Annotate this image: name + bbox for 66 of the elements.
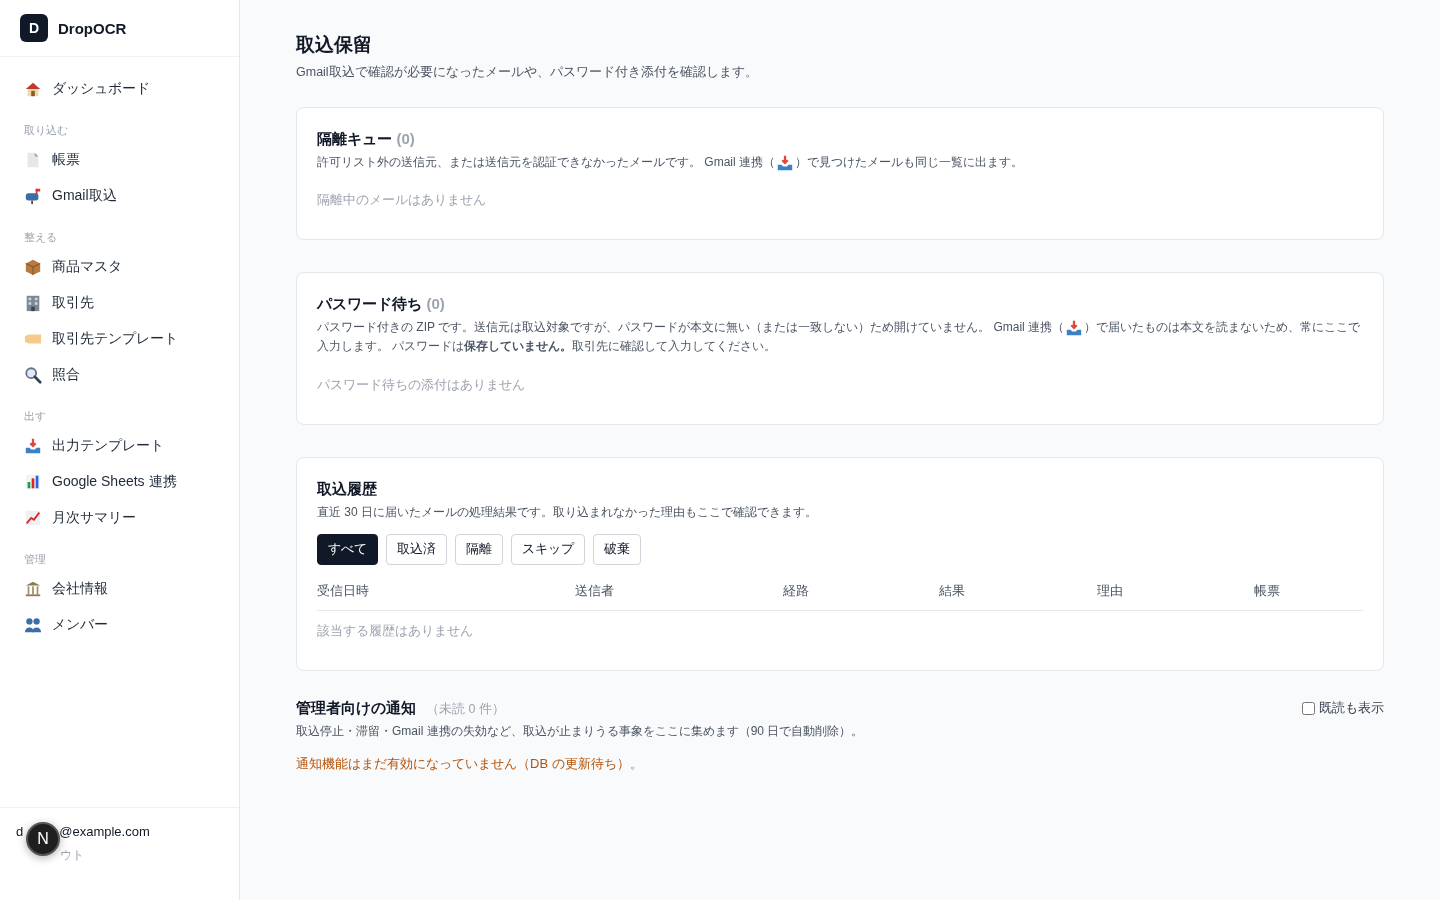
user-email: @example.com bbox=[59, 824, 150, 839]
sidebar-item[interactable]: Gmail取込 bbox=[16, 178, 223, 214]
checkbox-label: 既読も表示 bbox=[1319, 699, 1384, 717]
page-subtitle: Gmail取込で確認が必要になったメールや、パスワード付き添付を確認します。 bbox=[296, 64, 759, 81]
section-heading: 取り込む bbox=[23, 123, 69, 138]
description-text: 直近 30 日に届いたメールの処理結果です。取り込まれなかった理由もここで確認できます。 bbox=[317, 503, 818, 521]
section-title: 管理者向けの通知 bbox=[296, 698, 416, 716]
card-title: パスワード待ち bbox=[317, 295, 422, 313]
column-header: 結果 bbox=[939, 582, 966, 600]
count: (0) bbox=[426, 295, 445, 313]
people-icon bbox=[24, 616, 42, 634]
sidebar-item[interactable]: Google Sheets 連携 bbox=[16, 464, 223, 500]
sidebar-item[interactable]: 照合 bbox=[16, 357, 223, 393]
sidebar-item[interactable]: メンバー bbox=[16, 607, 223, 643]
column-header: 帳票 bbox=[1254, 582, 1281, 600]
tray-icon bbox=[776, 153, 794, 172]
sidebar-item[interactable]: 商品マスタ bbox=[16, 249, 223, 285]
sidebar-item[interactable]: 会社情報 bbox=[16, 571, 223, 607]
mailbox-icon bbox=[24, 187, 42, 205]
sidebar-item[interactable]: ダッシュボード bbox=[16, 71, 223, 107]
column-header: 理由 bbox=[1097, 582, 1124, 600]
description-text: パスワード付きの ZIP です。送信元は取込対象ですが、パスワードが本文に無い（または一致しない）ため開けていません。 Gmail 連携（ bbox=[317, 319, 1065, 337]
house-icon bbox=[24, 80, 42, 98]
section-heading: 整える bbox=[23, 230, 58, 245]
sidebar-item[interactable]: 月次サマリー bbox=[16, 500, 223, 536]
sidebar-item[interactable]: 取引先テンプレート bbox=[16, 321, 223, 357]
filter-button[interactable]: 隔離 bbox=[455, 533, 503, 565]
dev-badge[interactable]: N bbox=[26, 822, 60, 856]
logo: D bbox=[20, 14, 48, 42]
bar-chart-icon bbox=[24, 473, 42, 491]
description-text: 取込停止・滞留・Gmail 連携の失効など、取込が止まりうる事象をここに集めます（90 日で自動削除）。 bbox=[296, 722, 865, 740]
tray-icon bbox=[1065, 318, 1084, 337]
description-text: 入力します。 パスワードは保存していません。取引先に確認して入力してください。 bbox=[317, 338, 777, 356]
column-header: 送信者 bbox=[575, 582, 615, 600]
brand-name: DropOCR bbox=[58, 19, 127, 37]
bank-icon bbox=[24, 580, 42, 598]
column-header: 受信日時 bbox=[317, 582, 370, 600]
unread-count: （未読 0 件） bbox=[426, 701, 505, 716]
count: (0) bbox=[396, 130, 415, 147]
filter-button[interactable]: 取込済 bbox=[386, 533, 447, 565]
warning-text: 通知機能はまだ有効になっていません（DB の更新待ち）。 bbox=[296, 754, 644, 773]
empty-message: 該当する履歴はありません bbox=[317, 622, 473, 640]
user-email: d bbox=[16, 824, 24, 839]
line-chart-icon bbox=[24, 509, 42, 527]
search-icon bbox=[24, 366, 42, 384]
card-title: 取込履歴 bbox=[317, 479, 377, 497]
section-heading: 管理 bbox=[23, 552, 47, 567]
description-text: ）で見つけたメールも同じ一覧に出ます。 bbox=[795, 154, 1023, 171]
description-text: ）で届いたものは本文を読まないため、常にここで bbox=[1084, 319, 1361, 337]
page-title: 取込保留 bbox=[296, 33, 373, 57]
description-text: 許可リスト外の送信元、または送信元を認証できなかったメールです。 Gmail 連携（ bbox=[317, 154, 775, 171]
building-icon bbox=[24, 294, 42, 312]
package-icon bbox=[24, 258, 42, 276]
empty-message: 隔離中のメールはありません bbox=[317, 192, 486, 210]
sidebar-item[interactable]: 出力テンプレート bbox=[16, 428, 223, 464]
filter-button[interactable]: すべて bbox=[317, 533, 378, 565]
checkbox[interactable] bbox=[1302, 701, 1315, 715]
section-heading: 出す bbox=[23, 409, 47, 424]
empty-message: パスワード待ちの添付はありません bbox=[317, 376, 525, 394]
sidebar-item[interactable]: 帳票 bbox=[16, 142, 223, 178]
filter-button[interactable]: 破棄 bbox=[593, 533, 641, 565]
sidebar-item[interactable]: 取引先 bbox=[16, 285, 223, 321]
card-title: 隔離キュー bbox=[317, 130, 392, 147]
filter-button[interactable]: スキップ bbox=[511, 533, 585, 565]
column-header: 経路 bbox=[783, 582, 810, 600]
tray-icon bbox=[24, 437, 42, 455]
